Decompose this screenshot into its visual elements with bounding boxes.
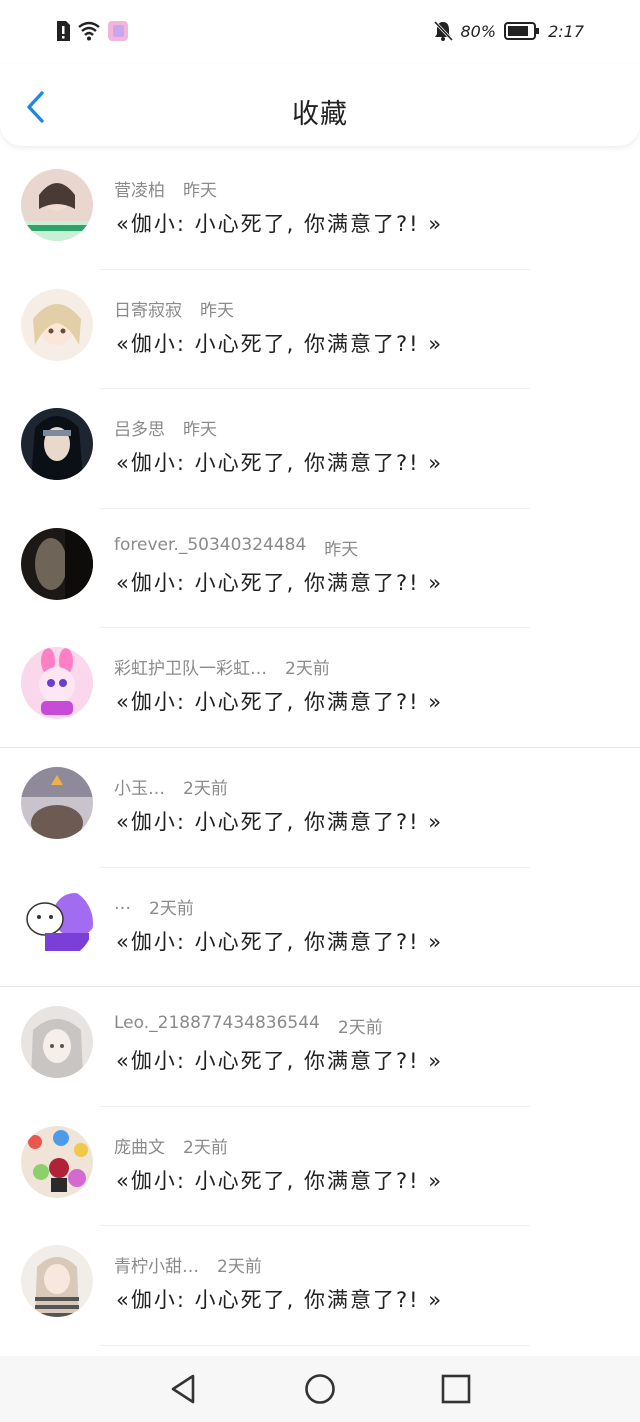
item-time: 昨天 <box>200 300 234 321</box>
nav-home-button[interactable] <box>303 1372 337 1406</box>
item-author[interactable]: 小玉… <box>114 774 165 799</box>
item-author[interactable]: Leo._218877434836544 <box>114 1013 320 1038</box>
item-meta: 庞曲文 2天前 <box>114 1133 228 1158</box>
item-author[interactable]: 日寄寂寂 <box>114 296 182 321</box>
item-meta: 青柠小甜… 2天前 <box>114 1252 262 1277</box>
battery-icon <box>504 22 540 40</box>
item-message: «伽小: 小心死了, 你满意了?! » <box>116 929 444 954</box>
item-meta: Leo._218877434836544 2天前 <box>114 1013 383 1038</box>
list-item[interactable]: 庞曲文 2天前 «伽小: 小心死了, 你满意了?! » <box>0 1107 640 1227</box>
list-item[interactable]: 彩虹护卫队一彩虹… 2天前 «伽小: 小心死了, 你满意了?! » <box>0 628 640 748</box>
item-time: 2天前 <box>217 1257 262 1278</box>
item-time: 昨天 <box>183 420 217 441</box>
item-author[interactable]: 菅凌柏 <box>114 176 165 201</box>
wifi-icon <box>78 21 100 41</box>
list-item[interactable]: 吕多思 昨天 «伽小: 小心死了, 你满意了?! » <box>0 389 640 509</box>
list-item[interactable]: Leo._218877434836544 2天前 «伽小: 小心死了, 你满意了… <box>0 987 640 1107</box>
item-message: «伽小: 小心死了, 你满意了?! » <box>116 690 444 715</box>
clock: 2:17 <box>548 21 584 41</box>
item-message: «伽小: 小心死了, 你满意了?! » <box>116 1168 444 1193</box>
nav-back-icon <box>171 1374 195 1404</box>
avatar[interactable] <box>21 647 93 720</box>
avatar[interactable] <box>21 169 93 241</box>
item-message: «伽小: 小心死了, 你满意了?! » <box>116 451 444 476</box>
item-meta: … 2天前 <box>114 894 194 919</box>
item-message: «伽小: 小心死了, 你满意了?! » <box>116 331 444 356</box>
item-meta: 菅凌柏 昨天 <box>114 176 217 201</box>
app-header: 收藏 <box>0 64 640 146</box>
alert-icon <box>57 21 70 41</box>
list-item[interactable]: 菅凌柏 昨天 «伽小: 小心死了, 你满意了?! » <box>0 150 640 270</box>
item-meta: 小玉… 2天前 <box>114 774 228 799</box>
item-author[interactable]: 吕多思 <box>114 415 165 440</box>
avatar[interactable] <box>21 288 93 361</box>
item-time: 昨天 <box>324 539 359 560</box>
mute-bell-icon <box>433 20 453 42</box>
list-item[interactable]: forever._50340324484 昨天 «伽小: 小心死了, 你满意了?… <box>0 509 640 629</box>
item-message: «伽小: 小心死了, 你满意了?! » <box>116 1288 444 1313</box>
status-left <box>55 20 129 42</box>
item-message: «伽小: 小心死了, 你满意了?! » <box>116 809 444 834</box>
page-title: 收藏 <box>292 99 348 130</box>
item-author[interactable]: … <box>114 894 131 919</box>
item-time: 2天前 <box>285 659 330 680</box>
list-item[interactable]: 日寄寂寂 昨天 «伽小: 小心死了, 你满意了?! » <box>0 270 640 390</box>
item-author[interactable]: 庞曲文 <box>114 1133 165 1158</box>
item-meta: 吕多思 昨天 <box>114 415 217 440</box>
item-time: 2天前 <box>183 778 228 799</box>
avatar[interactable] <box>21 886 93 959</box>
item-meta: 日寄寂寂 昨天 <box>114 296 234 321</box>
item-time: 2天前 <box>337 1018 383 1039</box>
list-item[interactable]: 小玉… 2天前 «伽小: 小心死了, 你满意了?! » <box>0 748 640 868</box>
item-meta: 彩虹护卫队一彩虹… 2天前 <box>114 654 330 679</box>
item-meta: forever._50340324484 昨天 <box>114 535 358 560</box>
item-message: «伽小: 小心死了, 你满意了?! » <box>116 212 444 236</box>
item-author[interactable]: 彩虹护卫队一彩虹… <box>114 654 267 679</box>
nav-home-icon <box>305 1374 335 1404</box>
app-icon <box>108 21 128 41</box>
battery-percentage: 80% <box>460 21 497 41</box>
item-message: «伽小: 小心死了, 你满意了?! » <box>116 1049 444 1074</box>
item-time: 昨天 <box>183 181 217 201</box>
list-item[interactable]: 青柠小甜… 2天前 «伽小: 小心死了, 你满意了?! » <box>0 1226 640 1346</box>
nav-recents-button[interactable] <box>439 1372 473 1406</box>
item-message: «伽小: 小心死了, 你满意了?! » <box>116 570 444 595</box>
status-bar: 80% 2:17 <box>0 0 640 64</box>
system-nav-bar <box>0 1356 640 1422</box>
status-right: 80% 2:17 <box>433 20 584 42</box>
avatar[interactable] <box>21 1125 93 1198</box>
avatar[interactable] <box>21 408 93 481</box>
nav-back-button[interactable] <box>167 1372 201 1406</box>
item-author[interactable]: 青柠小甜… <box>114 1252 199 1277</box>
avatar[interactable] <box>21 1006 93 1079</box>
avatar[interactable] <box>21 766 93 839</box>
avatar[interactable] <box>21 1245 93 1318</box>
item-author[interactable]: forever._50340324484 <box>114 535 306 560</box>
nav-recents-icon <box>441 1374 471 1404</box>
avatar[interactable] <box>21 527 93 600</box>
divider <box>100 1344 530 1346</box>
list-item[interactable]: … 2天前 «伽小: 小心死了, 你满意了?! » <box>0 868 640 988</box>
item-time: 2天前 <box>149 898 194 919</box>
item-time: 2天前 <box>183 1137 228 1158</box>
favorites-list: 菅凌柏 昨天 «伽小: 小心死了, 你满意了?! » 日寄寂寂 昨天 «伽小: … <box>0 150 640 1346</box>
